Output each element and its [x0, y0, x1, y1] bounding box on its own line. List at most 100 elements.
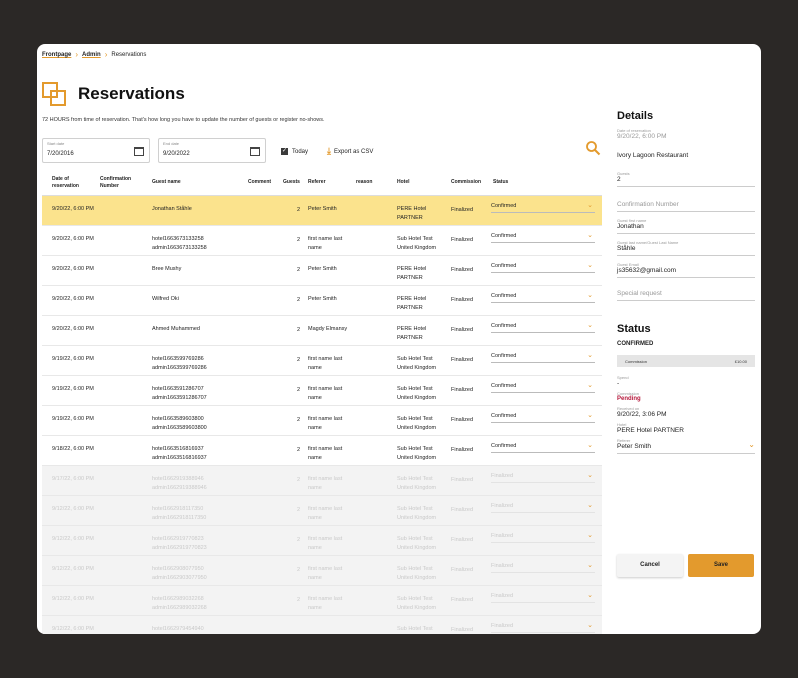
chevron-down-icon[interactable]: ⌄: [587, 261, 593, 269]
col-referer[interactable]: Referer: [308, 179, 326, 186]
last-name-value: Ståhle: [617, 245, 636, 252]
referer-value: Peter Smith: [617, 443, 651, 450]
calendar-icon[interactable]: [134, 147, 144, 156]
row-commission: Finalized: [451, 207, 474, 213]
last-name-field[interactable]: Guest last name/Guest Last Name Ståhle: [617, 240, 755, 256]
row-commission: Finalized: [451, 267, 474, 273]
col-hotel[interactable]: Hotel: [397, 179, 410, 186]
chevron-down-icon[interactable]: ⌄: [587, 381, 593, 389]
today-checkbox[interactable]: ✓: [281, 148, 288, 155]
col-reason[interactable]: reason: [356, 179, 372, 186]
end-date-field[interactable]: End date 9/20/2022: [158, 138, 266, 163]
row-status-select[interactable]: Finalized ⌄: [491, 621, 595, 633]
col-commission[interactable]: Commission: [451, 179, 481, 186]
table-row[interactable]: 9/20/22, 6:00 PM Wilfred Oki 2 Peter Smith P…: [42, 286, 602, 316]
row-status-select[interactable]: Finalized ⌄: [491, 591, 595, 603]
reservations-table: Date of reservation Confirmation Number …: [42, 170, 602, 634]
col-status[interactable]: Status: [493, 179, 508, 186]
chevron-down-icon[interactable]: ⌄: [587, 471, 593, 479]
table-row[interactable]: 9/17/22, 6:00 PM hotel1662919388946 admin…: [42, 466, 602, 496]
row-commission: Finalized: [451, 417, 474, 423]
chevron-down-icon[interactable]: ⌄: [587, 531, 593, 539]
row-status-select[interactable]: Confirmed ⌄: [491, 291, 595, 303]
row-status-value: Confirmed: [491, 263, 517, 269]
table-row[interactable]: 9/19/22, 6:00 PM hotel1663599769286 admin…: [42, 346, 602, 376]
first-name-field[interactable]: Guest first name Jonathan: [617, 218, 755, 234]
row-referer: Magdy Elmansy: [308, 326, 348, 332]
save-button[interactable]: Save: [688, 554, 754, 577]
chevron-down-icon[interactable]: ⌄: [587, 411, 593, 419]
row-status-select[interactable]: Confirmed ⌄: [491, 411, 595, 423]
row-date: 9/20/22, 6:00 PM: [52, 266, 94, 272]
row-guest-name: hotel1663599769286 admin1663599769286: [152, 356, 207, 371]
row-hotel: Sub Hotel Test United Kingdom: [397, 356, 437, 371]
col-confirmation[interactable]: Confirmation Number: [100, 176, 144, 190]
chevron-down-icon[interactable]: ⌄: [587, 561, 593, 569]
table-row[interactable]: 9/20/22, 6:00 PM Bree Mushy 2 Peter Smith PE…: [42, 256, 602, 286]
row-hotel: Sub Hotel Test United Kingdom: [397, 506, 437, 521]
row-status-select[interactable]: Finalized ⌄: [491, 471, 595, 483]
row-status-select[interactable]: Confirmed ⌄: [491, 321, 595, 333]
export-csv-button[interactable]: ⤓ Export as CSV: [327, 146, 373, 157]
table-row[interactable]: 9/19/22, 6:00 PM hotel1663591286707 admin…: [42, 376, 602, 406]
row-status-select[interactable]: Confirmed ⌄: [491, 201, 595, 213]
chevron-down-icon[interactable]: ⌄: [587, 321, 593, 329]
chevron-down-icon[interactable]: ⌄: [587, 591, 593, 599]
row-status-select[interactable]: Confirmed ⌄: [491, 231, 595, 243]
table-row[interactable]: 9/18/22, 6:00 PM hotel1663516816937 admin…: [42, 436, 602, 466]
table-row[interactable]: 9/20/22, 6:00 PM hotel1663673133258 admin…: [42, 226, 602, 256]
row-status-value: Finalized: [491, 503, 514, 509]
start-date-field[interactable]: Start date 7/20/2016: [42, 138, 150, 163]
col-guests[interactable]: Guests: [283, 179, 300, 186]
chevron-down-icon[interactable]: ⌄: [587, 291, 593, 299]
chevron-down-icon[interactable]: ⌄: [587, 501, 593, 509]
chevron-down-icon[interactable]: ⌄: [748, 440, 755, 449]
received-value: 9/20/22, 3:06 PM: [617, 411, 667, 418]
cancel-button[interactable]: Cancel: [617, 554, 683, 577]
breadcrumb-admin[interactable]: Admin: [82, 52, 101, 58]
row-guest-name: hotel1662989032268 admin1662989032268: [152, 596, 207, 611]
search-icon[interactable]: [585, 140, 601, 156]
col-comment[interactable]: Comment: [248, 179, 271, 186]
calendar-icon[interactable]: [250, 147, 260, 156]
row-date: 9/12/22, 6:00 PM: [52, 566, 94, 572]
table-row[interactable]: 9/12/22, 6:00 PM hotel1662989032268 admin…: [42, 586, 602, 616]
table-row[interactable]: 9/20/22, 6:00 PM Jonathan Ståhle 2 Peter Sm…: [42, 196, 602, 226]
row-status-select[interactable]: Finalized ⌄: [491, 561, 595, 573]
row-status-select[interactable]: Finalized ⌄: [491, 531, 595, 543]
table-row[interactable]: 9/12/22, 6:00 PM hotel1662919770823 admin…: [42, 526, 602, 556]
col-date[interactable]: Date of reservation: [52, 176, 96, 190]
row-status-select[interactable]: Finalized ⌄: [491, 501, 595, 513]
row-date: 9/20/22, 6:00 PM: [52, 206, 94, 212]
table-row[interactable]: 9/12/22, 6:00 PM hotel1662979454940 Sub Ho…: [42, 616, 602, 634]
confirmation-number-placeholder: Confirmation Number: [617, 201, 679, 208]
guests-field[interactable]: Guests 2: [617, 171, 755, 187]
start-date-label: Start date: [47, 141, 65, 146]
breadcrumb-frontpage[interactable]: Frontpage: [42, 52, 71, 58]
chevron-down-icon[interactable]: ⌄: [587, 441, 593, 449]
row-date: 9/19/22, 6:00 PM: [52, 416, 94, 422]
chevron-down-icon[interactable]: ⌄: [587, 201, 593, 209]
row-status-select[interactable]: Confirmed ⌄: [491, 351, 595, 363]
row-status-select[interactable]: Confirmed ⌄: [491, 441, 595, 453]
chevron-down-icon[interactable]: ⌄: [587, 231, 593, 239]
email-field[interactable]: Guest Email js35632@gmail.com: [617, 262, 755, 278]
table-row[interactable]: 9/12/22, 6:00 PM hotel1662918117350 admin…: [42, 496, 602, 526]
row-date: 9/20/22, 6:00 PM: [52, 296, 94, 302]
referer-select[interactable]: Referer Peter Smith ⌄: [617, 438, 755, 454]
row-referer: Peter Smith: [308, 296, 337, 302]
chevron-down-icon[interactable]: ⌄: [587, 351, 593, 359]
chevron-down-icon[interactable]: ⌄: [587, 621, 593, 629]
row-status-select[interactable]: Confirmed ⌄: [491, 261, 595, 273]
row-status-select[interactable]: Confirmed ⌄: [491, 381, 595, 393]
row-date: 9/12/22, 6:00 PM: [52, 596, 94, 602]
special-request-field[interactable]: Special request: [617, 290, 755, 301]
table-row[interactable]: 9/19/22, 6:00 PM hotel1663589603800 admin…: [42, 406, 602, 436]
breadcrumb-current: Reservations: [111, 52, 147, 58]
table-row[interactable]: 9/20/22, 6:00 PM Ahmed Muhammed 2 Magdy Elm…: [42, 316, 602, 346]
table-row[interactable]: 9/12/22, 6:00 PM hotel1662908077950 admin…: [42, 556, 602, 586]
col-guest[interactable]: Guest name: [152, 179, 181, 186]
reservations-card: Frontpage › Admin › Reservations Reserva…: [37, 44, 761, 634]
confirmation-number-field[interactable]: Confirmation Number: [617, 201, 755, 212]
today-toggle[interactable]: ✓ Today: [281, 148, 308, 155]
